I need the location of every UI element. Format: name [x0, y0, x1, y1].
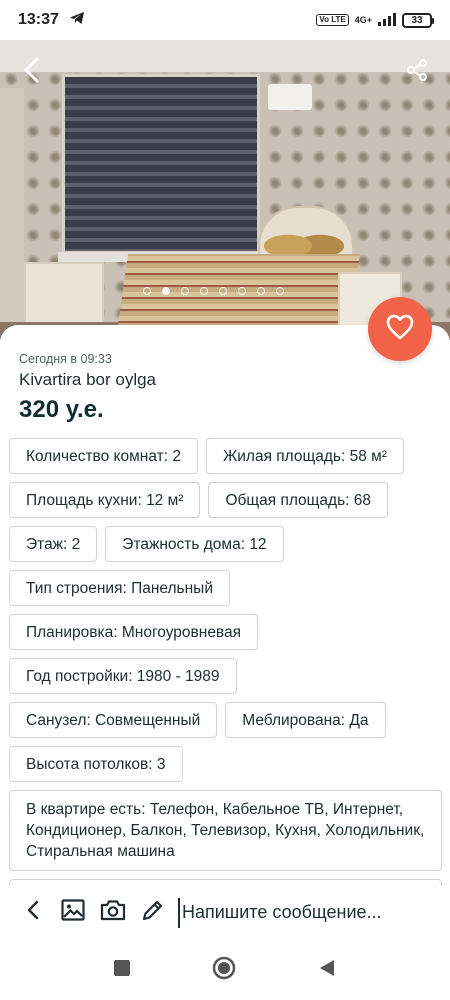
pagination-dot[interactable]: [180, 287, 189, 295]
param-chip-amenities: В квартире есть: Телефон, Кабельное ТВ, …: [9, 790, 442, 871]
image-icon: [61, 899, 85, 926]
battery-level: 33: [411, 14, 423, 26]
message-composer: [0, 885, 450, 940]
volte-indicator: Vo LTE: [316, 14, 349, 26]
param-chip: Тип строения: Панельный: [9, 570, 230, 606]
param-chip: Год постройки: 1980 - 1989: [9, 658, 237, 694]
heart-icon: [386, 314, 414, 345]
camera-button[interactable]: [98, 898, 128, 928]
pencil-icon: [141, 898, 165, 927]
square-icon: [114, 959, 130, 981]
pagination-dot[interactable]: [142, 287, 151, 295]
param-chip: Этажность дома: 12: [105, 526, 284, 562]
listing-price: 320 у.е.: [19, 396, 104, 423]
param-chip: Меблирована: Да: [225, 702, 386, 738]
telegram-icon: [69, 11, 85, 30]
param-chip: Планировка: Многоуровневая: [9, 614, 259, 650]
signal-icon: [378, 12, 396, 28]
pagination-dot-active[interactable]: [161, 287, 170, 295]
param-chip: Количество комнат: 2: [9, 438, 198, 474]
share-button[interactable]: [399, 54, 435, 90]
system-nav-bar: [0, 940, 450, 1000]
param-chip: Санузел: Совмещенный: [9, 702, 218, 738]
gallery-pagination: [0, 287, 438, 295]
composer-back-button[interactable]: [18, 898, 48, 928]
status-indicators: Vo LTE 4G+ 33: [316, 12, 434, 28]
favorite-button[interactable]: [368, 297, 432, 361]
camera-icon: [100, 899, 126, 926]
param-chip: Площадь кухни: 12 м²: [9, 482, 201, 518]
message-input[interactable]: [178, 897, 408, 928]
chevron-left-icon: [25, 899, 41, 926]
listing-date: Сегодня в 09:33: [19, 352, 112, 366]
chevron-left-icon: [21, 57, 43, 88]
pagination-dot[interactable]: [256, 287, 265, 295]
status-time: 13:37: [18, 11, 59, 28]
home-button[interactable]: [212, 956, 236, 985]
battery-icon: 33: [402, 12, 434, 28]
status-bar: 13:37 Vo LTE 4G+ 33: [0, 0, 450, 40]
listing-title: Kivartira bor oylga: [19, 370, 157, 389]
network-type: 4G+: [354, 14, 372, 25]
share-icon: [405, 58, 429, 87]
param-chip: Этаж: 2: [9, 526, 98, 562]
back-button[interactable]: [14, 54, 50, 90]
circle-icon: [212, 956, 236, 985]
system-back-button[interactable]: [318, 959, 336, 982]
pagination-dot[interactable]: [218, 287, 227, 295]
triangle-back-icon: [318, 959, 336, 982]
listing-photo[interactable]: [0, 40, 450, 340]
pagination-dot[interactable]: [237, 287, 246, 295]
listing-params: Количество комнат: 2 Жилая площадь: 58 м…: [9, 438, 445, 915]
edit-button[interactable]: [138, 898, 168, 928]
pagination-dot[interactable]: [199, 287, 208, 295]
param-chip: Высота потолков: 3: [9, 746, 183, 782]
attach-image-button[interactable]: [58, 898, 88, 928]
param-chip: Жилая площадь: 58 м²: [205, 438, 404, 474]
recents-button[interactable]: [114, 959, 130, 981]
pagination-dot[interactable]: [275, 287, 284, 295]
param-chip: Общая площадь: 68: [208, 482, 389, 518]
